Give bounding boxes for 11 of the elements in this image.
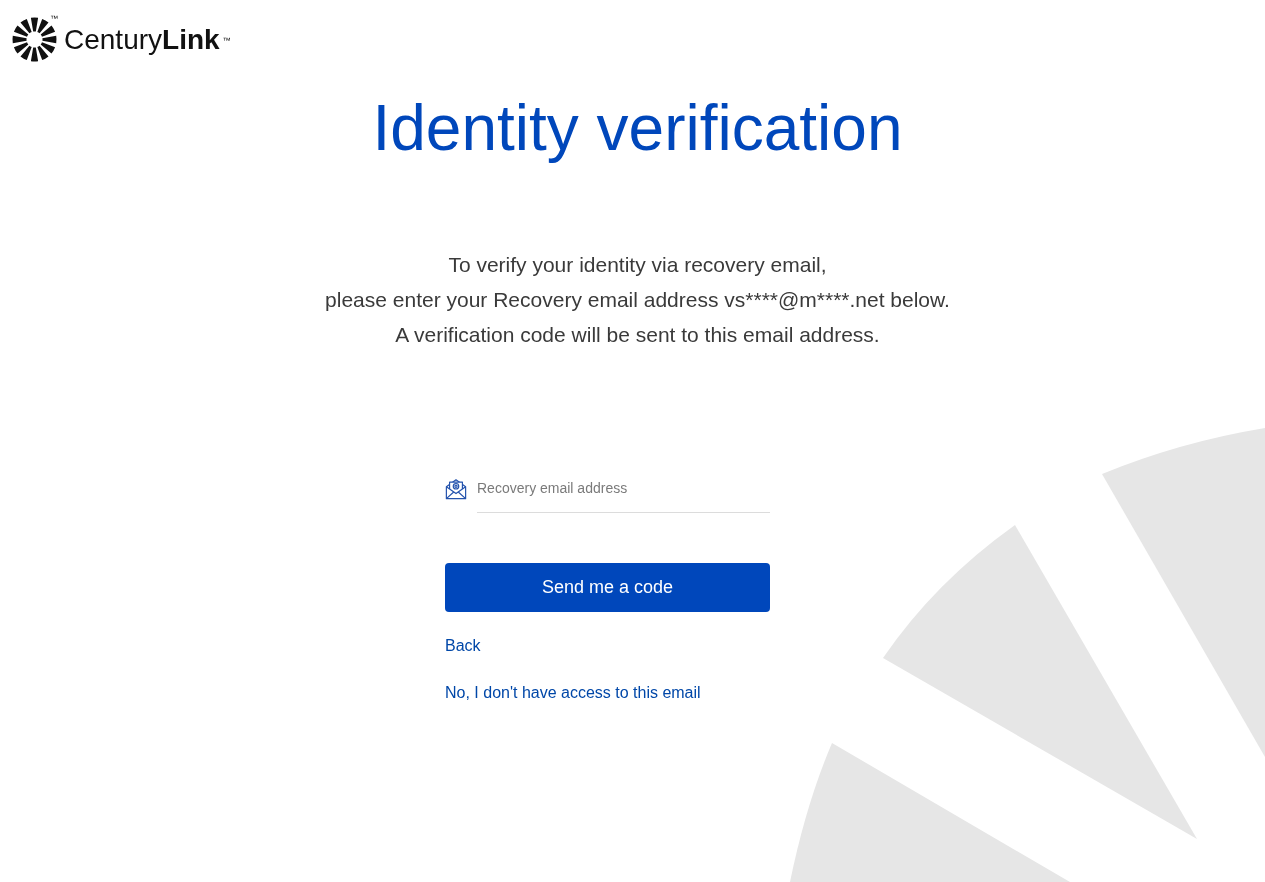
back-link[interactable]: Back [445, 636, 481, 656]
no-access-link[interactable]: No, I don't have access to this email [445, 683, 701, 703]
logo-wordmark: CenturyLink [64, 23, 220, 56]
email-field[interactable]: Recovery email address [477, 472, 770, 513]
envelope-icon [445, 478, 467, 500]
trademark-mark: ™ [50, 15, 58, 23]
send-code-button[interactable]: Send me a code [445, 563, 770, 612]
instructions-text: To verify your identity via recovery email, please enter your Recovery email address vs****@m****.net below. A verification code will be sent to this email address. [325, 252, 950, 348]
sunburst-logo-icon [12, 17, 57, 62]
trademark-mark: ™ [222, 36, 231, 45]
page-title: Identity verification [372, 91, 903, 166]
